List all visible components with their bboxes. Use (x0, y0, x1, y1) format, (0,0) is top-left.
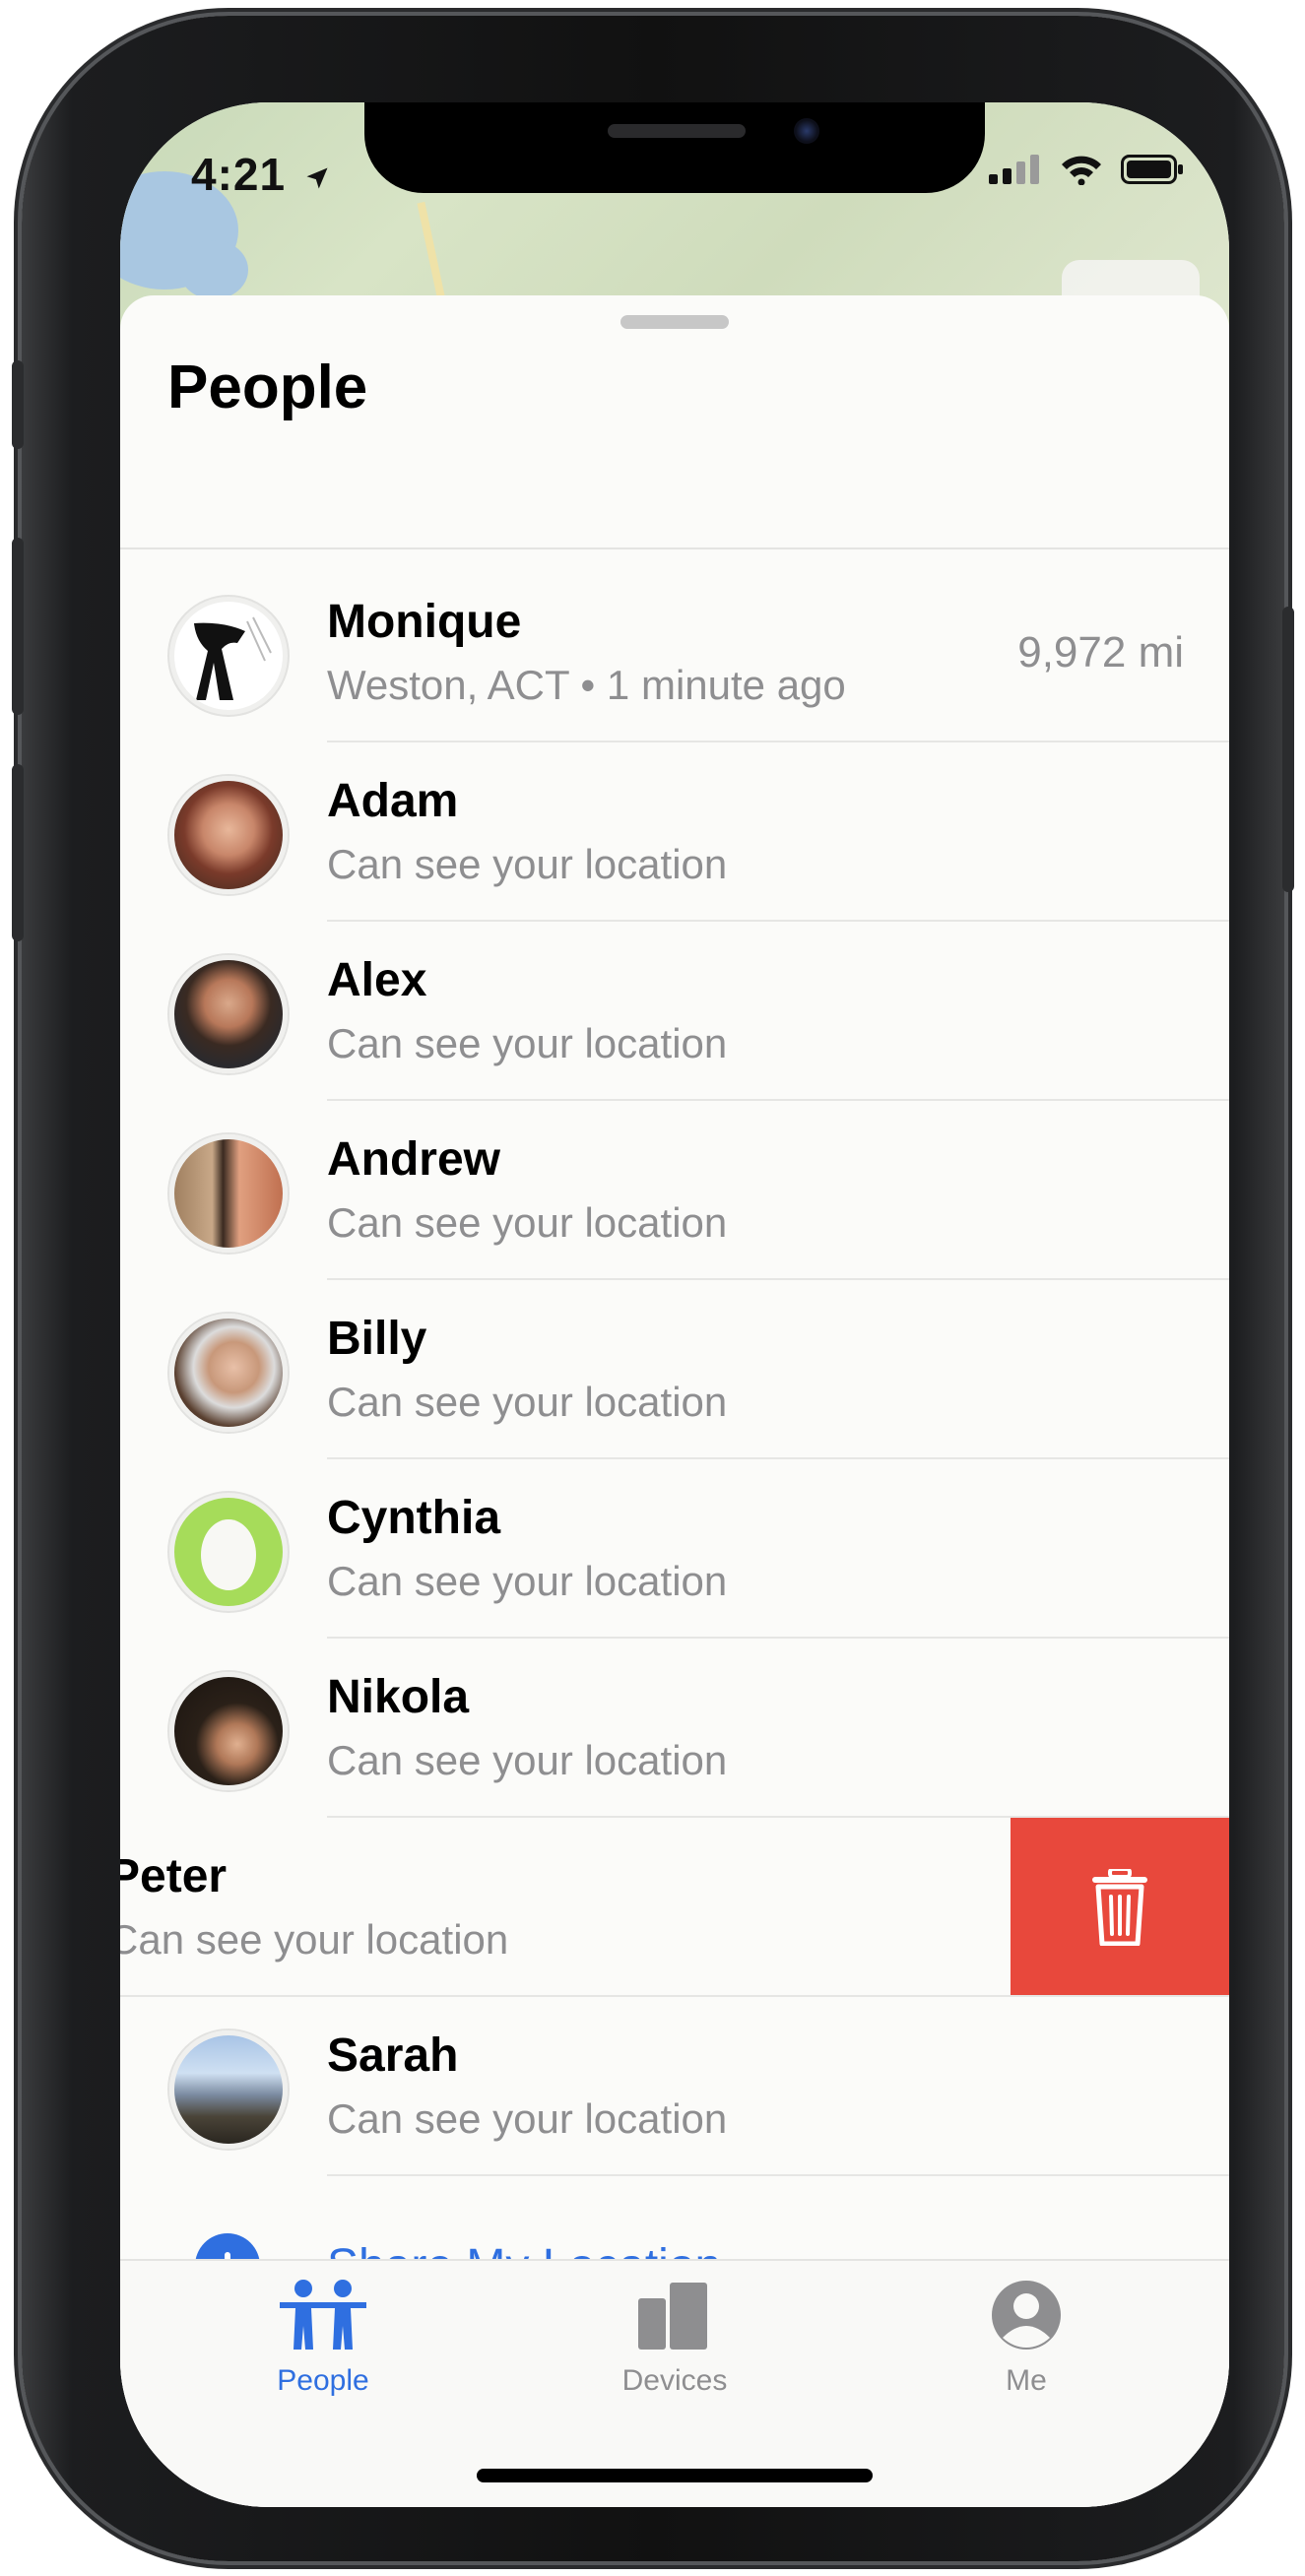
tab-label: Me (1006, 2364, 1047, 2397)
person-name: Peter (120, 1850, 228, 1902)
devices-icon (638, 2283, 707, 2350)
page-title: People (167, 354, 368, 421)
tab-me[interactable]: Me (908, 2279, 1144, 2398)
mute-switch (12, 360, 24, 449)
avatar (169, 2030, 288, 2149)
avatar (169, 1672, 288, 1790)
person-row-alex[interactable]: Alex Can see your location (120, 922, 1229, 1101)
screen: 4:21 People Monique Weston, ACT • 1 minu… (120, 102, 1229, 2507)
map-lake (179, 240, 248, 299)
divider (120, 547, 1229, 549)
trash-icon (1092, 1869, 1147, 1946)
volume-up-button (12, 538, 24, 715)
tab-label: People (277, 2364, 369, 2397)
person-status: Can see your location (327, 1737, 728, 1783)
avatar (169, 1314, 288, 1432)
person-status: Can see your location (327, 1558, 728, 1604)
person-row-nikola[interactable]: Nikola Can see your location (120, 1639, 1229, 1818)
person-name: Adam (327, 775, 459, 827)
person-status: Can see your location (327, 1199, 728, 1246)
person-name: Billy (327, 1313, 427, 1365)
person-name: Monique (327, 596, 522, 648)
avatar (169, 1134, 288, 1253)
swiped-row-content[interactable]: Peter Can see your location (120, 1818, 1011, 1997)
power-button (1282, 607, 1294, 892)
speaker (608, 124, 746, 138)
person-row-cynthia[interactable]: Cynthia Can see your location (120, 1459, 1229, 1639)
front-camera (794, 118, 819, 144)
tab-label: Devices (621, 2364, 728, 2397)
egg-avatar-icon (201, 1519, 256, 1590)
tab-devices[interactable]: Devices (556, 2279, 793, 2398)
person-row-peter[interactable]: Peter Can see your location (120, 1818, 1229, 1997)
person-row-andrew[interactable]: Andrew Can see your location (120, 1101, 1229, 1280)
battery-icon (1121, 155, 1183, 184)
avatar (169, 597, 288, 715)
person-row-monique[interactable]: Monique Weston, ACT • 1 minute ago 9,972… (120, 563, 1229, 742)
people-list: Monique Weston, ACT • 1 minute ago 9,972… (120, 563, 1229, 2355)
person-row-adam[interactable]: Adam Can see your location (120, 742, 1229, 922)
person-name: Sarah (327, 2029, 459, 2082)
time-text: 4:21 (191, 149, 287, 200)
person-distance: 9,972 mi (1017, 628, 1184, 676)
location-arrow-icon (306, 167, 328, 189)
person-name: Nikola (327, 1671, 470, 1723)
status-icons (989, 154, 1184, 185)
phone-frame: 4:21 People Monique Weston, ACT • 1 minu… (12, 16, 1294, 2561)
person-status: Can see your location (327, 1020, 728, 1066)
status-time: 4:21 (191, 148, 331, 201)
person-location: Weston, ACT • 1 minute ago (327, 662, 846, 708)
delete-button[interactable] (1011, 1818, 1229, 1997)
person-status: Can see your location (327, 1379, 728, 1425)
person-name: Alex (327, 954, 427, 1006)
me-icon (992, 2281, 1061, 2350)
wifi-icon (1062, 156, 1101, 185)
avatar (169, 955, 288, 1073)
home-indicator[interactable] (477, 2469, 873, 2482)
person-status: Can see your location (120, 1916, 509, 1963)
tab-people[interactable]: People (205, 2279, 441, 2398)
avatar (169, 776, 288, 894)
person-status: Can see your location (327, 841, 728, 887)
volume-down-button (12, 764, 24, 941)
person-status: Can see your location (327, 2095, 728, 2142)
person-name: Cynthia (327, 1492, 501, 1544)
avatar-monique-image (194, 616, 272, 700)
people-sheet: People Monique Weston, ACT • 1 minute ag… (120, 295, 1229, 2507)
sheet-grabber[interactable] (620, 315, 729, 329)
people-icon (280, 2280, 366, 2350)
notch (364, 102, 985, 193)
person-row-billy[interactable]: Billy Can see your location (120, 1280, 1229, 1459)
person-name: Andrew (327, 1133, 501, 1186)
cellular-signal-icon (989, 155, 1039, 184)
avatar (169, 1493, 288, 1611)
person-row-sarah[interactable]: Sarah Can see your location (120, 1997, 1229, 2176)
